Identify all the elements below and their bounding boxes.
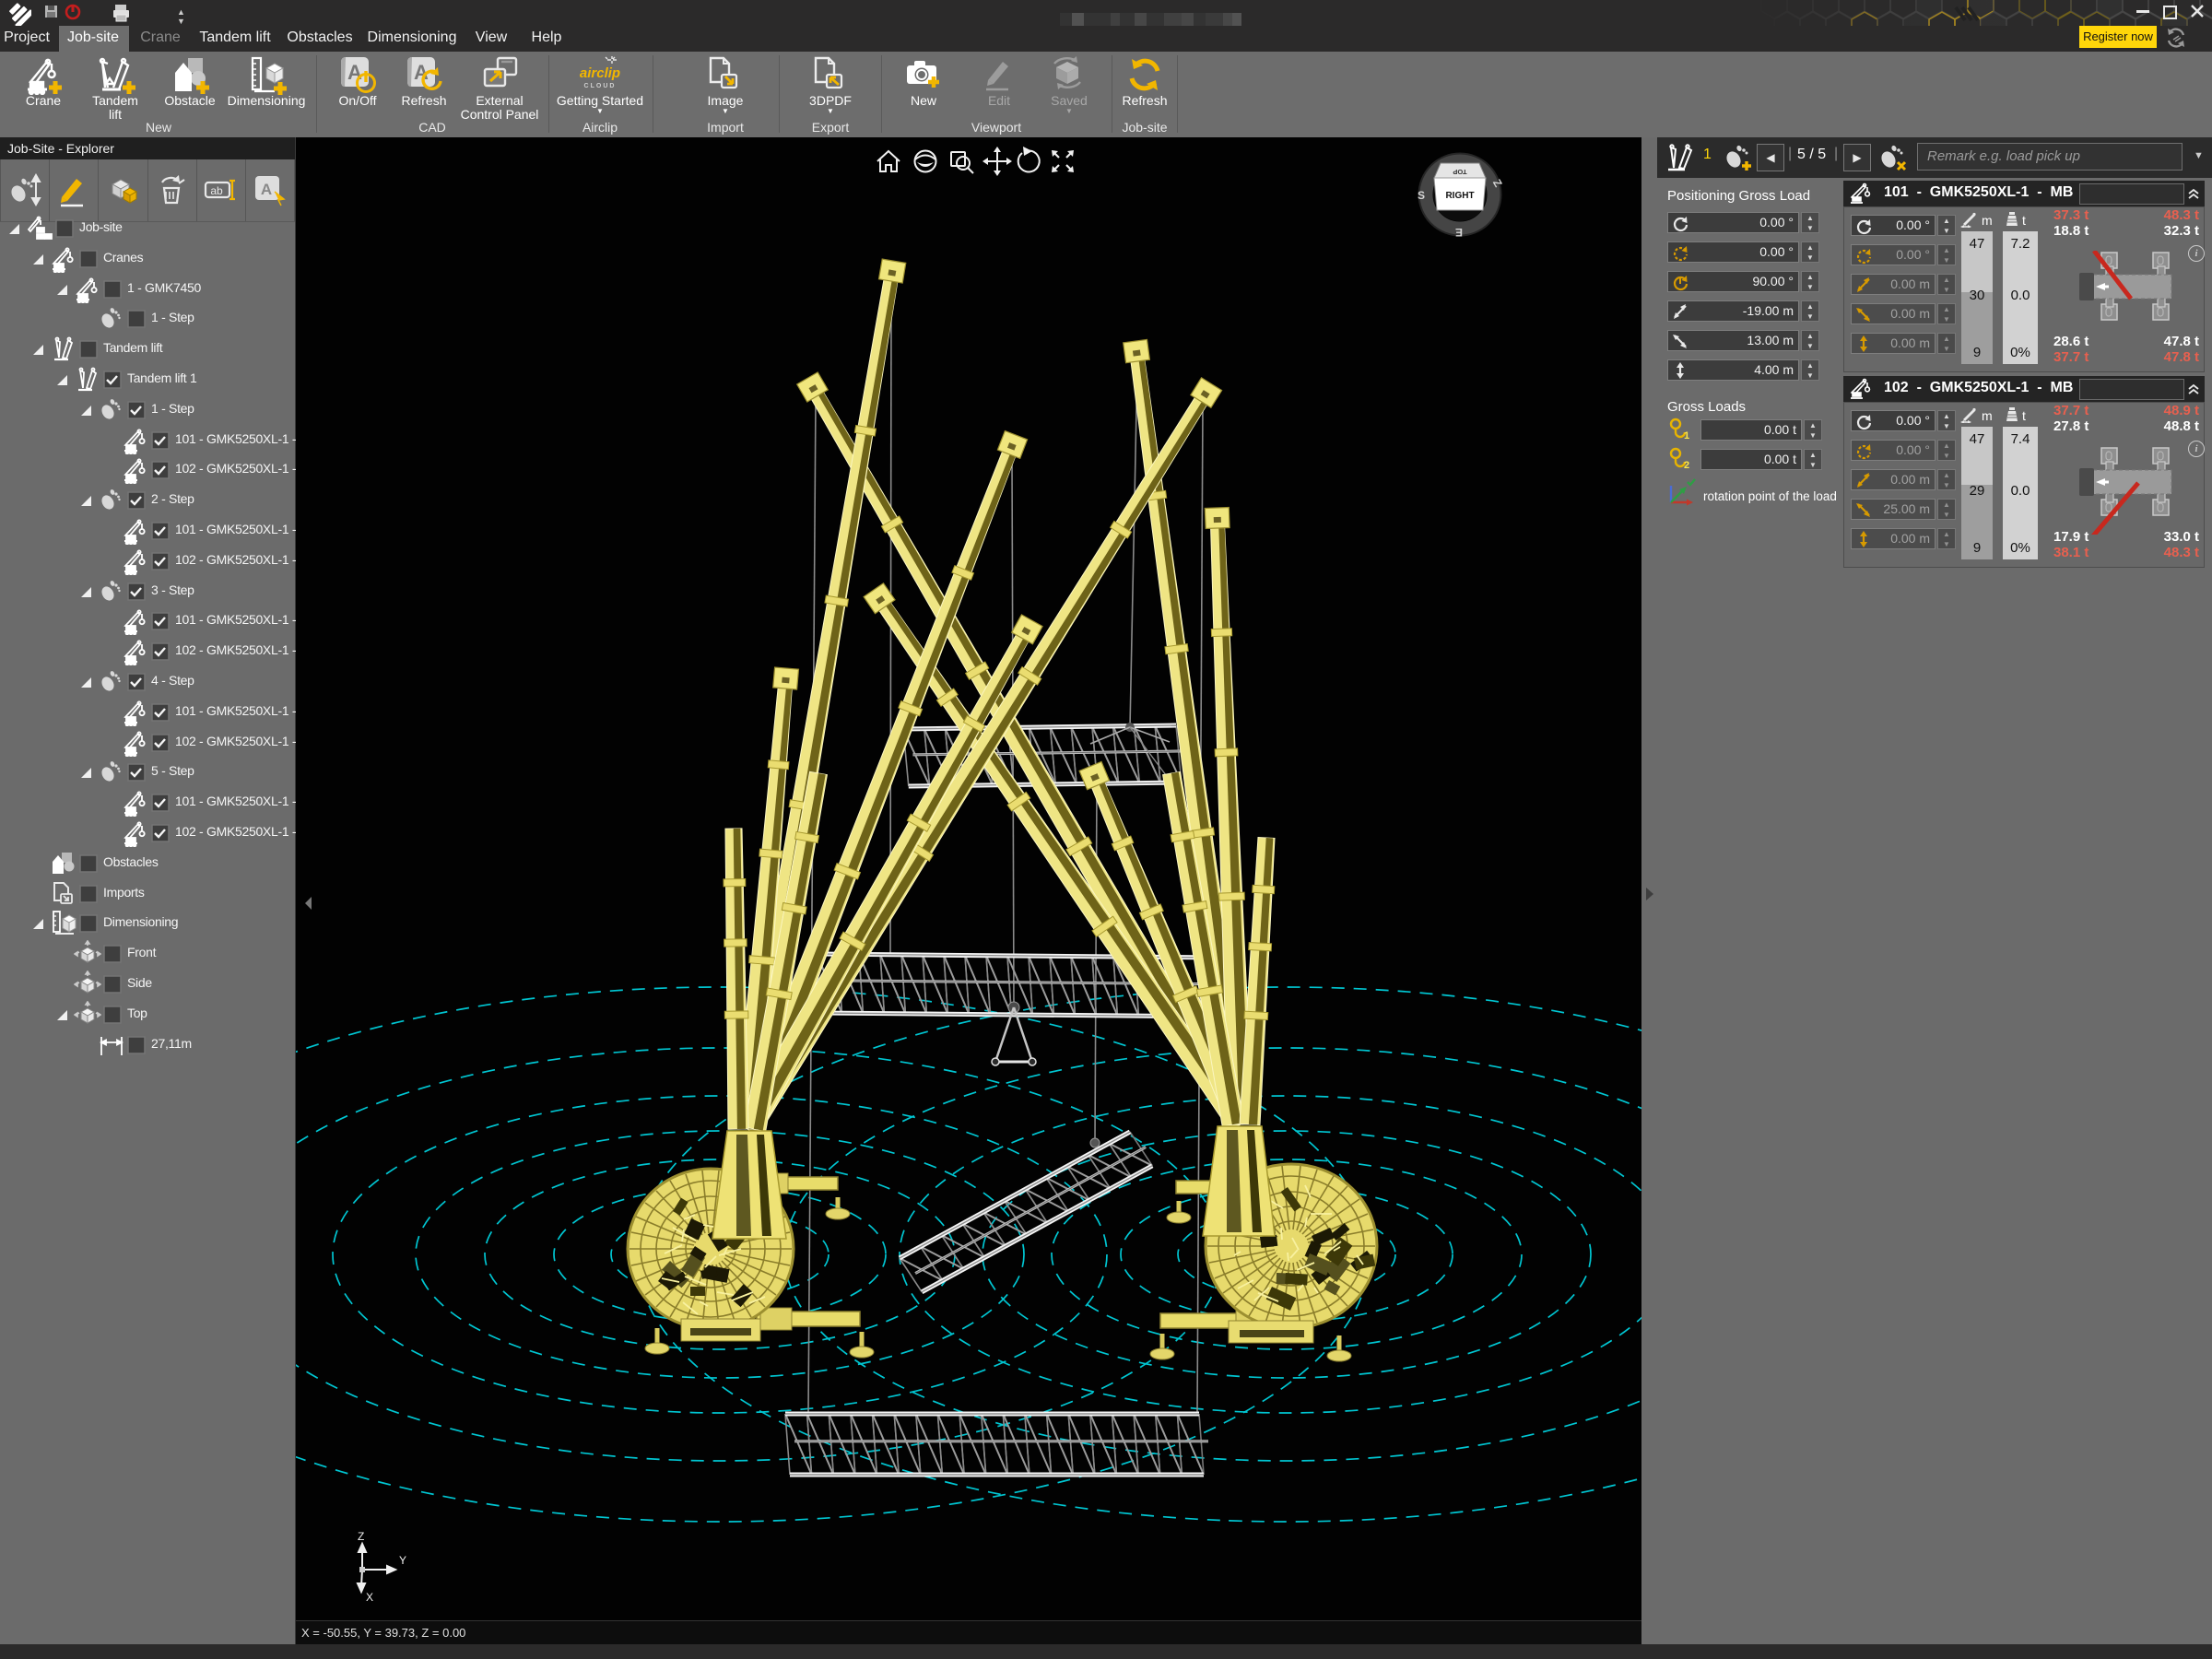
svg-text:Y: Y	[399, 1554, 406, 1567]
svg-text:E: E	[1455, 226, 1463, 239]
svg-text:ab: ab	[210, 184, 223, 197]
svg-text:CLOUD: CLOUD	[584, 83, 617, 89]
svg-text:RIGHT: RIGHT	[1445, 191, 1474, 201]
svg-text:X: X	[366, 1591, 373, 1604]
svg-text:Z: Z	[358, 1530, 364, 1543]
svg-text:1: 1	[1684, 430, 1689, 441]
svg-text:TOP: TOP	[1453, 168, 1466, 176]
svg-text:2: 2	[1684, 460, 1689, 470]
svg-text:A: A	[347, 61, 362, 84]
svg-text:airclip: airclip	[580, 65, 620, 81]
svg-text:A: A	[261, 181, 272, 198]
svg-text:S: S	[1418, 189, 1425, 202]
